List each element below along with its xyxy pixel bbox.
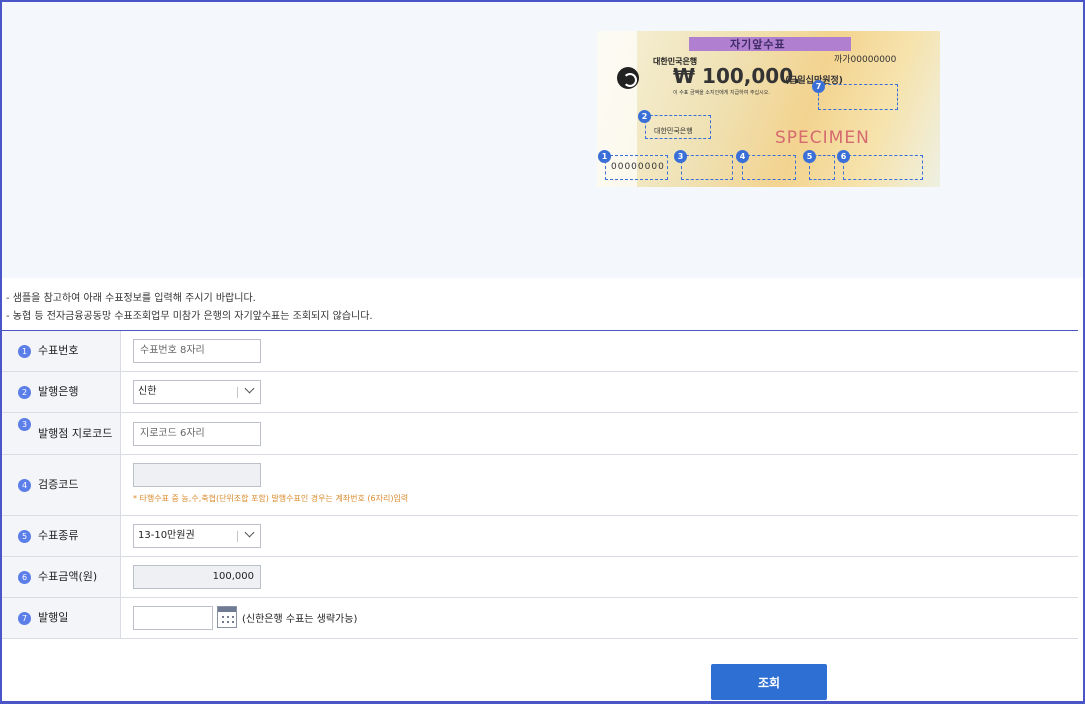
issuing-bank-value: 신한 <box>138 386 157 397</box>
cheque-note: 이 수표 금액을 소지인에게 지급하여 주십시오. <box>673 90 770 96</box>
marker-4: 4 <box>736 150 749 163</box>
check-number-input[interactable]: 수표번호 8자리 <box>133 339 261 363</box>
cheque-amount: ₩ 100,000. <box>673 64 801 88</box>
field-cell: 수표번호 8자리 <box>121 331 1078 371</box>
cheque-title: 자기앞수표 <box>730 38 786 51</box>
row-check-type: 5 수표종류 13-10만원권 <box>2 516 1078 557</box>
field-cell: 신한 <box>121 372 1078 412</box>
check-type-label: 수표종류 <box>38 529 79 542</box>
field-cell: (신한은행 수표는 생략가능) <box>121 598 1078 638</box>
issue-date-hint: (신한은행 수표는 생략가능) <box>242 614 358 625</box>
notice-unsupported-banks: - 농협 등 전자금융공동망 수표조회업무 미참가 은행의 자기앞수표는 조회되… <box>6 311 373 322</box>
number-badge: 3 <box>18 418 31 431</box>
cheque-specimen: SPECIMEN <box>775 128 870 148</box>
label-cell: 4 검증코드 <box>2 455 121 515</box>
giro-code-label: 발행점 지로코드 <box>38 426 113 440</box>
marker-box-2 <box>645 115 711 139</box>
inquiry-button[interactable]: 조회 <box>711 664 827 700</box>
marker-box-1 <box>605 155 668 180</box>
label-cell: 6 수표금액(원) <box>2 557 121 597</box>
marker-5: 5 <box>803 150 816 163</box>
field-cell: 지로코드 6자리 <box>121 413 1078 454</box>
field-cell: 100,000 <box>121 557 1078 597</box>
marker-1: 1 <box>598 150 611 163</box>
cheque-sample-image: 자기앞수표 까가00000000 대한민국은행 ₩ 100,000. (금일십만… <box>597 31 940 187</box>
number-badge: 6 <box>18 570 31 584</box>
verify-code-label: 검증코드 <box>38 478 79 491</box>
row-issue-date: 7 발행일 (신한은행 수표는 생략가능) <box>2 598 1078 639</box>
chevron-down-icon <box>244 527 255 538</box>
verify-code-warning: * 타행수표 중 농,수,축협(단위조합 포함) 발행수표인 경우는 계좌번호 … <box>133 494 409 503</box>
marker-7: 7 <box>812 80 825 93</box>
marker-box-6 <box>843 155 923 180</box>
marker-6: 6 <box>837 150 850 163</box>
verify-code-input[interactable] <box>133 463 261 487</box>
issuing-bank-label: 발행은행 <box>38 385 79 398</box>
label-cell: 5 수표종류 <box>2 516 121 556</box>
field-cell: * 타행수표 중 농,수,축협(단위조합 포함) 발행수표인 경우는 계좌번호 … <box>121 455 1078 515</box>
issue-date-input[interactable] <box>133 606 213 630</box>
select-separator <box>237 531 238 542</box>
check-amount-label: 수표금액(원) <box>38 570 98 583</box>
number-badge: 7 <box>18 611 31 625</box>
check-number-label: 수표번호 <box>38 344 79 357</box>
row-verify-code: 4 검증코드 * 타행수표 중 농,수,축협(단위조합 포함) 발행수표인 경우… <box>2 455 1078 516</box>
calendar-icon[interactable] <box>217 606 237 628</box>
cheque-serial: 까가00000000 <box>834 55 897 65</box>
label-cell: 7 발행일 <box>2 598 121 638</box>
label-cell: 3 발행점 지로코드 <box>2 413 121 454</box>
issue-date-label: 발행일 <box>38 611 69 624</box>
issuing-bank-select[interactable]: 신한 <box>133 380 261 404</box>
number-badge: 1 <box>18 344 31 358</box>
marker-box-4 <box>742 155 796 180</box>
field-cell: 13-10만원권 <box>121 516 1078 556</box>
bank-logo-icon <box>617 67 639 89</box>
check-type-select[interactable]: 13-10만원권 <box>133 524 261 548</box>
label-cell: 2 발행은행 <box>2 372 121 412</box>
number-badge: 2 <box>18 385 31 399</box>
check-type-value: 13-10만원권 <box>138 530 195 541</box>
notice-sample: - 샘플을 참고하여 아래 수표정보를 입력해 주시기 바랍니다. <box>6 293 256 304</box>
marker-box-7 <box>818 84 898 110</box>
row-giro-code: 3 발행점 지로코드 지로코드 6자리 <box>2 413 1078 455</box>
check-amount-input: 100,000 <box>133 565 261 589</box>
label-cell: 1 수표번호 <box>2 331 121 371</box>
row-check-number: 1 수표번호 수표번호 8자리 <box>2 331 1078 372</box>
number-badge: 4 <box>18 478 31 492</box>
chevron-down-icon <box>244 383 255 394</box>
giro-code-input[interactable]: 지로코드 6자리 <box>133 422 261 446</box>
check-inquiry-form: 1 수표번호 수표번호 8자리 2 발행은행 신한 3 발행점 지로코드 지로코… <box>2 330 1078 639</box>
row-issuing-bank: 2 발행은행 신한 <box>2 372 1078 413</box>
marker-3: 3 <box>674 150 687 163</box>
marker-box-3 <box>681 155 733 180</box>
select-separator <box>237 387 238 398</box>
marker-2: 2 <box>638 110 651 123</box>
number-badge: 5 <box>18 529 31 543</box>
row-check-amount: 6 수표금액(원) 100,000 <box>2 557 1078 598</box>
